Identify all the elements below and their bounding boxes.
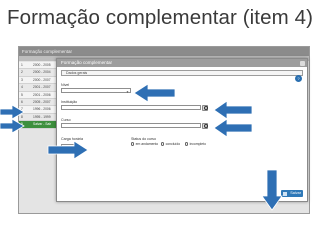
arrow-right-icon: [47, 140, 89, 160]
arrow-right-icon: [0, 104, 25, 120]
arrow-right-icon: [0, 118, 25, 134]
arrow-down-icon: [261, 169, 283, 211]
annotation-arrows: [0, 83, 283, 211]
arrow-left-icon: [213, 118, 253, 138]
arrow-left-icon: [133, 83, 176, 103]
arrow-left-icon: [213, 100, 253, 120]
